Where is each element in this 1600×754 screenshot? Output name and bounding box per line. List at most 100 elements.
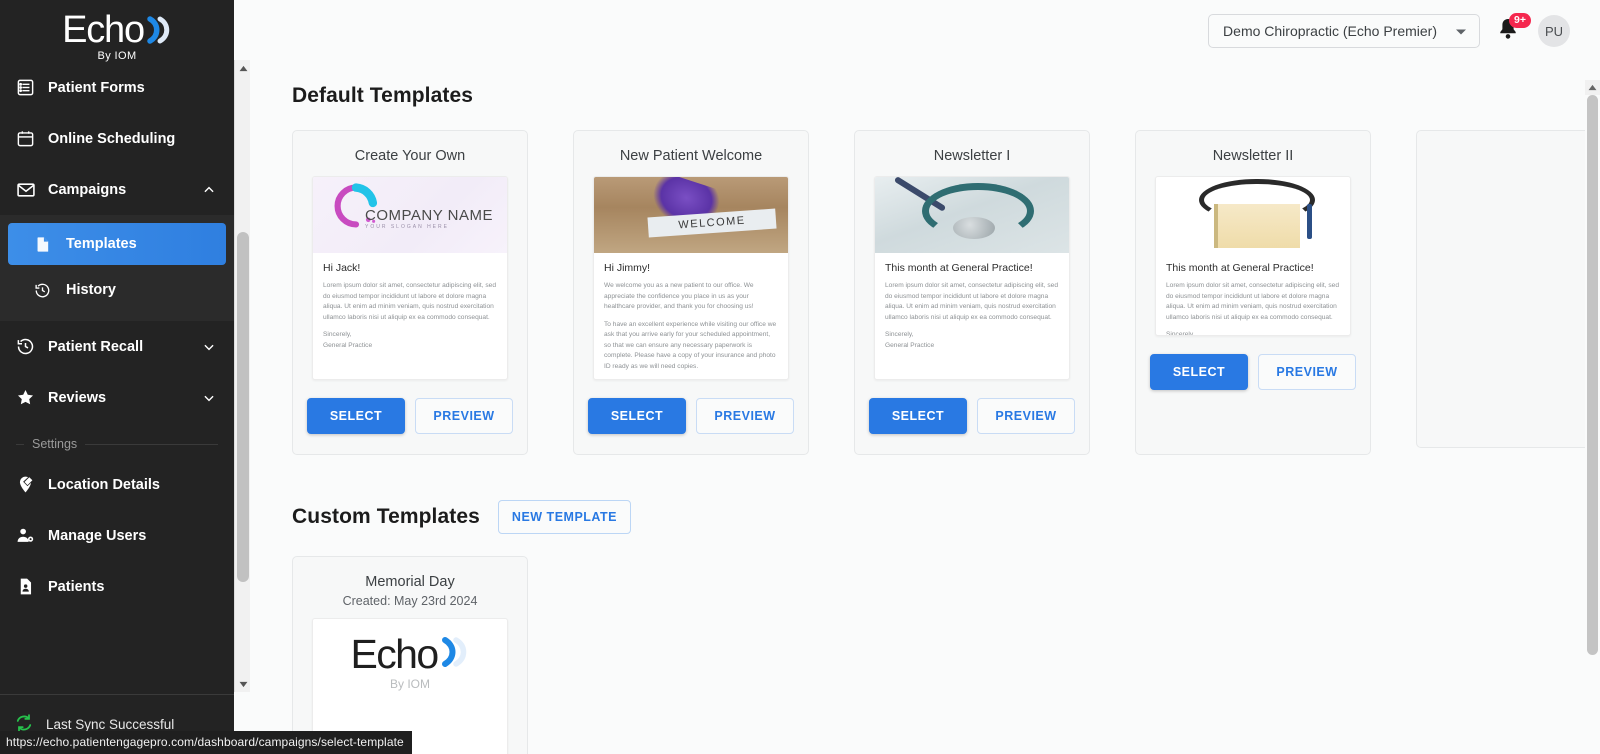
template-signoff: Sincerely,	[1166, 331, 1195, 336]
template-card-title: Newsletter II	[1212, 148, 1294, 164]
template-card[interactable]: Newsletter II This month at General Prac…	[1135, 130, 1371, 455]
template-greeting: This month at General Practice!	[885, 262, 1033, 274]
sidebar-scrollbar[interactable]	[234, 60, 251, 692]
patient-file-icon	[16, 577, 42, 596]
sidebar: Echo By IOM Patient Forms Online Schedul…	[0, 0, 234, 754]
template-greeting: Hi Jimmy!	[604, 262, 651, 274]
sidebar-item-online-scheduling[interactable]: Online Scheduling	[0, 113, 234, 164]
template-paragraph: Lorem ipsum dolor sit amet, consectetur …	[1166, 282, 1339, 321]
echo-waves-icon	[146, 14, 172, 46]
status-bar-url: https://echo.patientengagepro.com/dashbo…	[0, 731, 412, 754]
custom-template-created: Created: May 23rd 2024	[342, 594, 478, 608]
preview-button[interactable]: PREVIEW	[977, 398, 1075, 434]
template-signoff-name: General Practice	[323, 341, 373, 349]
settings-divider-label: Settings	[32, 437, 78, 451]
preview-button[interactable]: PREVIEW	[415, 398, 513, 434]
logo-subtitle: By IOM	[97, 49, 137, 62]
sidebar-scroll-down-button[interactable]	[235, 676, 251, 692]
default-templates-carousel: Create Your Own COMPANY NAME YOUR SLOGAN…	[292, 130, 1600, 455]
chevron-down-icon[interactable]	[202, 391, 216, 405]
main-scrollbar[interactable]	[1585, 80, 1600, 754]
list-form-icon	[16, 78, 42, 97]
location-select[interactable]: Demo Chiropractic (Echo Premier)	[1208, 14, 1480, 48]
sidebar-item-label: Location Details	[48, 476, 160, 493]
custom-template-title: Memorial Day	[365, 574, 455, 590]
template-preview-thumbnail: COMPANY NAME YOUR SLOGAN HERE Hi Jack! L…	[312, 176, 508, 380]
select-button[interactable]: SELECT	[588, 398, 686, 434]
select-button[interactable]: SELECT	[307, 398, 405, 434]
template-signoff: Sincerely,	[885, 331, 914, 338]
app-logo[interactable]: Echo By IOM	[0, 0, 234, 68]
template-paragraph: To have an excellent experience while vi…	[604, 320, 777, 370]
stethoscope-image	[875, 177, 1069, 253]
location-pin-icon	[16, 475, 42, 494]
sidebar-item-reviews[interactable]: Reviews	[0, 372, 234, 423]
sidebar-item-label: Patients	[48, 578, 105, 595]
sidebar-item-label: Templates	[66, 236, 137, 252]
preview-button[interactable]: PREVIEW	[1258, 354, 1356, 390]
chevron-up-icon[interactable]	[202, 183, 216, 197]
template-paragraph: Lorem ipsum dolor sit amet, consectetur …	[323, 282, 496, 321]
avatar-initials: PU	[1544, 23, 1564, 39]
new-template-button[interactable]: NEW TEMPLATE	[497, 500, 631, 534]
main-scroll-up-button[interactable]	[1585, 80, 1600, 95]
manage-users-icon	[16, 526, 42, 545]
main-content: Demo Chiropractic (Echo Premier) 9+ PU D…	[250, 0, 1600, 754]
template-paragraph: Lorem ipsum dolor sit amet, consectetur …	[885, 282, 1058, 321]
envelope-icon	[16, 180, 42, 200]
company-name-logo-image: COMPANY NAME YOUR SLOGAN HERE	[313, 177, 507, 253]
desk-notebook-stethoscope-image	[1156, 177, 1350, 253]
settings-divider: Settings	[0, 437, 234, 451]
template-preview-thumbnail: This month at General Practice! Lorem ip…	[874, 176, 1070, 380]
template-card[interactable]: Newsletter I This month at General Pract…	[854, 130, 1090, 455]
logo-text: Echo	[62, 8, 145, 51]
chevron-down-icon[interactable]	[202, 340, 216, 354]
page-title: Default Templates	[292, 84, 474, 107]
sidebar-item-patient-forms[interactable]: Patient Forms	[0, 62, 234, 113]
template-paragraph: We welcome you as a new patient to our o…	[604, 282, 754, 310]
location-select-value: Demo Chiropractic (Echo Premier)	[1223, 23, 1437, 39]
sidebar-scroll-up-button[interactable]	[235, 60, 251, 76]
sidebar-item-campaigns[interactable]: Campaigns	[0, 164, 234, 215]
template-greeting: Hi Jack!	[323, 262, 361, 274]
preview-button[interactable]: PREVIEW	[696, 398, 794, 434]
sidebar-item-location-details[interactable]: Location Details	[0, 459, 234, 510]
sidebar-item-label: Patient Recall	[48, 338, 144, 355]
template-card-title: Newsletter I	[933, 148, 1011, 164]
star-icon	[16, 388, 42, 407]
sidebar-item-history[interactable]: History	[8, 269, 226, 311]
sidebar-item-label: History	[66, 282, 116, 298]
custom-templates-row: Memorial Day Created: May 23rd 2024 Echo	[292, 556, 1600, 754]
template-hero-primary: COMPANY NAME	[365, 207, 493, 224]
select-button[interactable]: SELECT	[869, 398, 967, 434]
echo-waves-icon	[440, 634, 470, 675]
template-card-next-partial[interactable]	[1416, 130, 1600, 448]
select-button[interactable]: SELECT	[1150, 354, 1248, 390]
sidebar-item-manage-users[interactable]: Manage Users	[0, 510, 234, 561]
welcome-flowers-image: WELCOME	[594, 177, 788, 253]
sync-status-label: Last Sync Successful	[46, 717, 175, 732]
sidebar-nav: Patient Forms Online Scheduling Campaign…	[0, 62, 234, 690]
templates-page: Default Templates Create Your Own COMPAN…	[250, 62, 1600, 754]
notifications-button[interactable]: 9+	[1496, 13, 1531, 46]
template-preview-thumbnail: This month at General Practice! Lorem ip…	[1155, 176, 1351, 336]
sidebar-item-patient-recall[interactable]: Patient Recall	[0, 321, 234, 372]
calendar-icon	[16, 129, 42, 148]
default-templates-row: Create Your Own COMPANY NAME YOUR SLOGAN…	[292, 130, 1600, 455]
bell-icon	[1496, 19, 1520, 46]
template-preview-thumbnail: WELCOME Hi Jimmy! We welcome you as a ne…	[593, 176, 789, 380]
sidebar-item-templates[interactable]: Templates	[8, 223, 226, 265]
document-icon	[34, 236, 58, 253]
sidebar-item-patients[interactable]: Patients	[0, 561, 234, 612]
top-bar: Demo Chiropractic (Echo Premier) 9+ PU	[250, 0, 1600, 62]
custom-template-hero-primary: Echo	[350, 631, 439, 677]
caret-down-icon	[1455, 23, 1467, 39]
template-signoff: Sincerely,	[323, 331, 352, 338]
template-card[interactable]: Create Your Own COMPANY NAME YOUR SLOGAN…	[292, 130, 528, 455]
sidebar-scroll-thumb[interactable]	[237, 232, 249, 582]
template-card[interactable]: New Patient Welcome WELCOME Hi Jimmy! We…	[573, 130, 809, 455]
template-greeting: This month at General Practice!	[1166, 262, 1314, 274]
main-scroll-thumb[interactable]	[1587, 95, 1598, 655]
avatar[interactable]: PU	[1538, 15, 1570, 47]
custom-template-card[interactable]: Memorial Day Created: May 23rd 2024 Echo	[292, 556, 528, 754]
